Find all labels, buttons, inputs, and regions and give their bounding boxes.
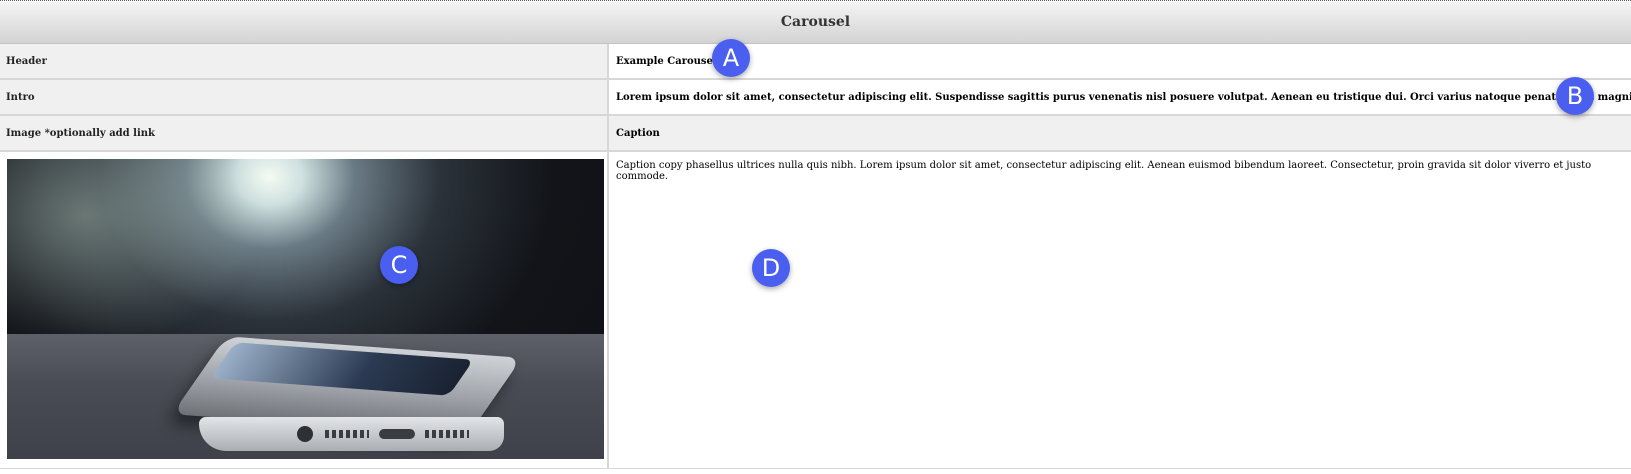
image-cell [0,152,609,468]
header-row: Header Example Carousel [0,44,1631,80]
annotation-marker-d: D [752,249,790,287]
photo-speaker-grille-right [425,430,469,438]
page-title: Carousel [0,2,1631,44]
annotation-marker-b: B [1556,77,1594,115]
header-field[interactable]: Example Carousel [609,44,1631,78]
intro-field[interactable]: Lorem ipsum dolor sit amet, consectetur … [609,80,1631,114]
annotation-marker-a: A [712,39,750,77]
carousel-editor: Carousel Header Example Carousel Intro L… [0,0,1631,474]
caption-field[interactable]: Caption copy phasellus ultrices nulla qu… [609,152,1631,468]
caption-label: Caption [609,116,1631,150]
photo-speaker-grille-left [325,430,369,438]
intro-row: Intro Lorem ipsum dolor sit amet, consec… [0,80,1631,116]
header-label: Header [0,44,609,78]
image-caption-header-row: Image *optionally add link Caption [0,116,1631,152]
annotation-marker-c: C [380,246,418,284]
carousel-image[interactable] [7,159,604,459]
image-label: Image *optionally add link [0,116,609,150]
intro-label: Intro [0,80,609,114]
photo-headphone-jack [297,426,313,442]
photo-lightning-port [379,429,415,439]
image-caption-row: Caption copy phasellus ultrices nulla qu… [0,152,1631,469]
photo-haze [7,159,267,349]
